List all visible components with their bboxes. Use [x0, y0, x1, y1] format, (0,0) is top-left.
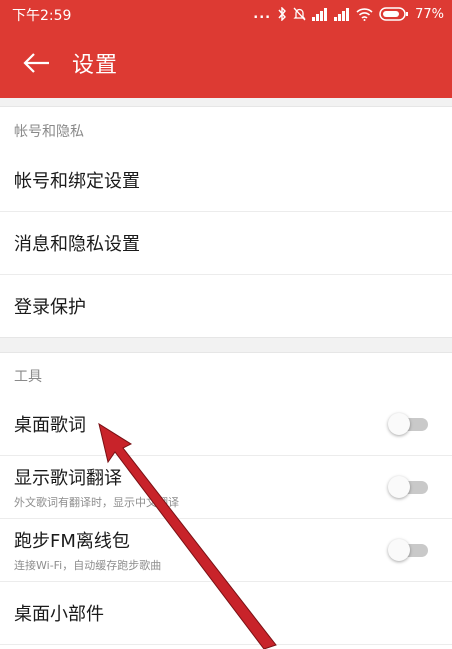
settings-item-running-fm-offline[interactable]: 跑步FM离线包 连接Wi-Fi，自动缓存跑步歌曲 — [0, 519, 452, 582]
arrow-left-icon — [23, 53, 49, 73]
settings-item-label: 显示歌词翻译 — [14, 468, 122, 489]
settings-item-label: 登录保护 — [14, 297, 86, 318]
page-title: 设置 — [72, 53, 119, 78]
settings-item-subtitle: 连接Wi-Fi，自动缓存跑步歌曲 — [14, 559, 162, 572]
bluetooth-icon — [277, 7, 287, 21]
settings-item-label: 帐号和绑定设置 — [14, 171, 140, 192]
back-button[interactable] — [12, 38, 62, 88]
settings-item-desktop-widget[interactable]: 桌面小部件 — [0, 582, 452, 645]
settings-item-label: 桌面小部件 — [14, 604, 104, 625]
toolbar: 设置 — [0, 28, 452, 98]
settings-item-subtitle: 外文歌词有翻译时，显示中文翻译 — [14, 496, 179, 509]
battery-percent: 77% — [415, 6, 444, 22]
settings-item-message-privacy[interactable]: 消息和隐私设置 — [0, 212, 452, 275]
status-bar: 下午2:59 ... 77% — [0, 0, 452, 28]
signal-icon-2 — [334, 7, 350, 21]
toggle-knob — [388, 539, 410, 561]
status-icons: ... 77% — [253, 4, 444, 24]
wifi-icon — [356, 7, 373, 21]
toggle-knob — [388, 413, 410, 435]
lyrics-translation-toggle[interactable] — [388, 475, 428, 499]
section-header-account-privacy: 帐号和隐私 — [14, 124, 84, 140]
running-fm-offline-toggle[interactable] — [388, 538, 428, 562]
settings-item-label: 桌面歌词 — [14, 415, 86, 436]
section-divider — [0, 337, 452, 353]
mute-bell-icon — [293, 7, 306, 21]
app-bar: 下午2:59 ... 77% 设置 — [0, 0, 452, 98]
notification-dots: ... — [253, 6, 272, 22]
settings-item-label: 消息和隐私设置 — [14, 234, 140, 255]
status-time: 下午2:59 — [12, 8, 72, 24]
signal-icon — [312, 7, 328, 21]
settings-list: 帐号和隐私 帐号和绑定设置 消息和隐私设置 登录保护 工具 桌面歌词 显示歌词翻… — [0, 98, 452, 649]
toggle-knob — [388, 476, 410, 498]
section-header-tools: 工具 — [14, 369, 42, 385]
desktop-lyrics-toggle[interactable] — [388, 412, 428, 436]
battery-icon — [379, 7, 409, 21]
settings-item-lyrics-translation[interactable]: 显示歌词翻译 外文歌词有翻译时，显示中文翻译 — [0, 456, 452, 519]
settings-item-desktop-lyrics[interactable]: 桌面歌词 — [0, 393, 452, 456]
divider — [0, 98, 452, 107]
settings-item-account-binding[interactable]: 帐号和绑定设置 — [0, 149, 452, 212]
settings-item-login-protection[interactable]: 登录保护 — [0, 275, 452, 337]
settings-item-label: 跑步FM离线包 — [14, 531, 130, 552]
